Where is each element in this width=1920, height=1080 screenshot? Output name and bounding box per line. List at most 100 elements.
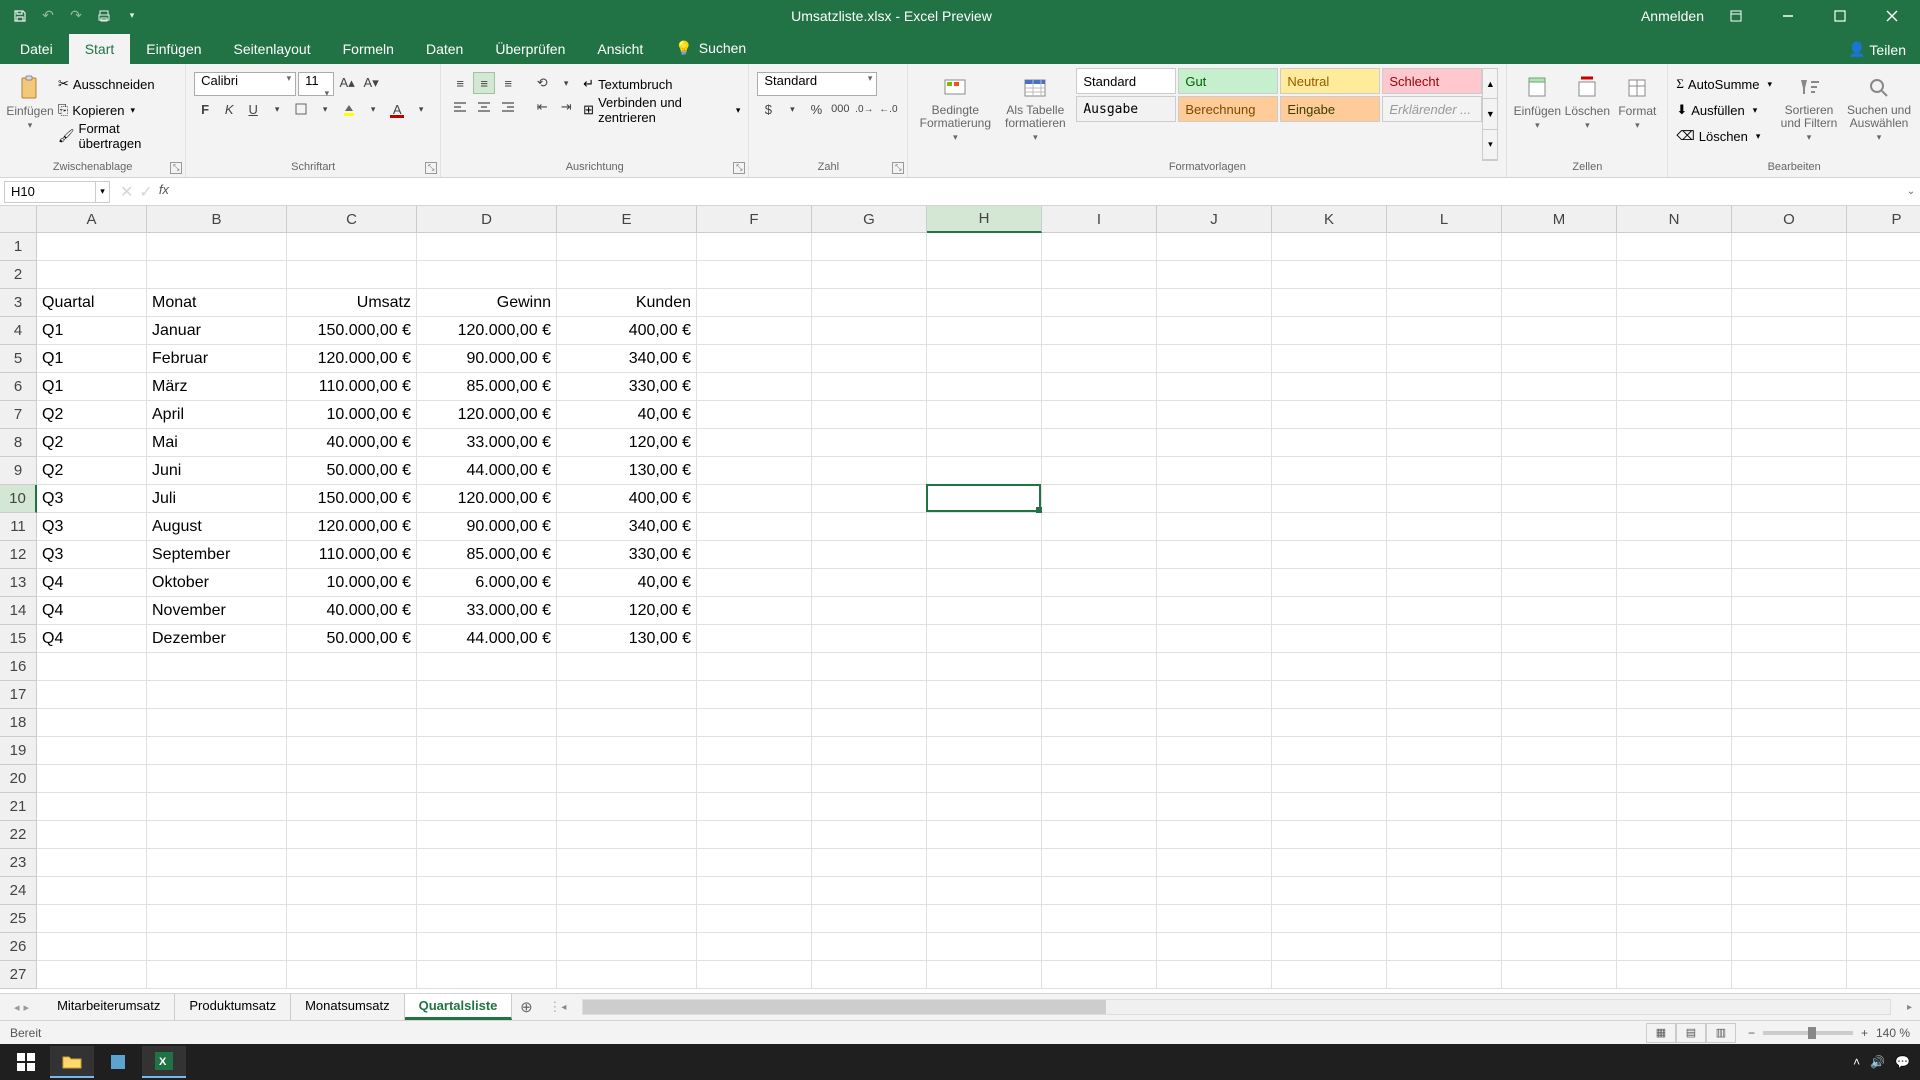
- cell-style-5[interactable]: Berechnung: [1178, 96, 1278, 122]
- font-size-combo[interactable]: 11: [298, 72, 334, 96]
- cell-D23[interactable]: [417, 849, 557, 877]
- row-header-21[interactable]: 21: [0, 793, 37, 821]
- cell-M4[interactable]: [1502, 317, 1617, 345]
- cell-J27[interactable]: [1157, 961, 1272, 989]
- cell-O1[interactable]: [1732, 233, 1847, 261]
- cell-C10[interactable]: 150.000,00 €: [287, 485, 417, 513]
- cell-F23[interactable]: [697, 849, 812, 877]
- cell-G20[interactable]: [812, 765, 927, 793]
- cell-C27[interactable]: [287, 961, 417, 989]
- cell-L12[interactable]: [1387, 541, 1502, 569]
- cell-K9[interactable]: [1272, 457, 1387, 485]
- cell-O10[interactable]: [1732, 485, 1847, 513]
- cell-K20[interactable]: [1272, 765, 1387, 793]
- cell-N13[interactable]: [1617, 569, 1732, 597]
- cell-D5[interactable]: 90.000,00 €: [417, 345, 557, 373]
- cell-M13[interactable]: [1502, 569, 1617, 597]
- cell-D25[interactable]: [417, 905, 557, 933]
- cell-M25[interactable]: [1502, 905, 1617, 933]
- cell-E16[interactable]: [557, 653, 697, 681]
- cell-O23[interactable]: [1732, 849, 1847, 877]
- format-painter-button[interactable]: 🖌Format übertragen: [58, 124, 177, 148]
- cell-H15[interactable]: [927, 625, 1042, 653]
- cell-P18[interactable]: [1847, 709, 1920, 737]
- cell-A7[interactable]: Q2: [37, 401, 147, 429]
- cell-D24[interactable]: [417, 877, 557, 905]
- row-header-18[interactable]: 18: [0, 709, 37, 737]
- cell-G13[interactable]: [812, 569, 927, 597]
- cell-A8[interactable]: Q2: [37, 429, 147, 457]
- cell-J14[interactable]: [1157, 597, 1272, 625]
- cell-D27[interactable]: [417, 961, 557, 989]
- cell-M9[interactable]: [1502, 457, 1617, 485]
- cell-N1[interactable]: [1617, 233, 1732, 261]
- cell-J20[interactable]: [1157, 765, 1272, 793]
- cell-N12[interactable]: [1617, 541, 1732, 569]
- font-color-button[interactable]: A: [386, 98, 408, 120]
- sheet-nav-prev-icon[interactable]: ▸: [24, 1001, 30, 1014]
- cell-D13[interactable]: 6.000,00 €: [417, 569, 557, 597]
- row-header-27[interactable]: 27: [0, 961, 37, 989]
- cell-G14[interactable]: [812, 597, 927, 625]
- cell-P26[interactable]: [1847, 933, 1920, 961]
- cell-J24[interactable]: [1157, 877, 1272, 905]
- cell-B13[interactable]: Oktober: [147, 569, 287, 597]
- cell-F19[interactable]: [697, 737, 812, 765]
- cell-N27[interactable]: [1617, 961, 1732, 989]
- cell-M22[interactable]: [1502, 821, 1617, 849]
- cell-G10[interactable]: [812, 485, 927, 513]
- cell-B3[interactable]: Monat: [147, 289, 287, 317]
- cell-E15[interactable]: 130,00 €: [557, 625, 697, 653]
- cell-O25[interactable]: [1732, 905, 1847, 933]
- cell-J22[interactable]: [1157, 821, 1272, 849]
- wrap-text-button[interactable]: ↵Textumbruch: [583, 72, 740, 96]
- cell-M16[interactable]: [1502, 653, 1617, 681]
- cell-M8[interactable]: [1502, 429, 1617, 457]
- cell-J21[interactable]: [1157, 793, 1272, 821]
- cell-N11[interactable]: [1617, 513, 1732, 541]
- autosum-button[interactable]: ΣAutoSumme▾: [1676, 72, 1772, 96]
- cell-M24[interactable]: [1502, 877, 1617, 905]
- cell-P17[interactable]: [1847, 681, 1920, 709]
- tell-me-search[interactable]: 💡Suchen: [659, 33, 762, 64]
- cell-J6[interactable]: [1157, 373, 1272, 401]
- zoom-level[interactable]: 140 %: [1876, 1026, 1910, 1040]
- ribbon-tab-einfügen[interactable]: Einfügen: [130, 34, 217, 64]
- redo-icon[interactable]: ↷: [66, 6, 86, 26]
- column-header-D[interactable]: D: [417, 206, 557, 233]
- cell-O4[interactable]: [1732, 317, 1847, 345]
- cell-L10[interactable]: [1387, 485, 1502, 513]
- cell-F17[interactable]: [697, 681, 812, 709]
- cell-J8[interactable]: [1157, 429, 1272, 457]
- cell-G11[interactable]: [812, 513, 927, 541]
- currency-icon[interactable]: $: [757, 98, 779, 120]
- cell-I5[interactable]: [1042, 345, 1157, 373]
- cell-H9[interactable]: [927, 457, 1042, 485]
- cell-H2[interactable]: [927, 261, 1042, 289]
- cell-G3[interactable]: [812, 289, 927, 317]
- cell-style-6[interactable]: Eingabe: [1280, 96, 1380, 122]
- cell-N8[interactable]: [1617, 429, 1732, 457]
- cell-H23[interactable]: [927, 849, 1042, 877]
- cell-D3[interactable]: Gewinn: [417, 289, 557, 317]
- cell-A5[interactable]: Q1: [37, 345, 147, 373]
- cell-D8[interactable]: 33.000,00 €: [417, 429, 557, 457]
- cell-P15[interactable]: [1847, 625, 1920, 653]
- cell-I6[interactable]: [1042, 373, 1157, 401]
- cell-M18[interactable]: [1502, 709, 1617, 737]
- cell-C21[interactable]: [287, 793, 417, 821]
- cell-M15[interactable]: [1502, 625, 1617, 653]
- ribbon-options-icon[interactable]: [1716, 2, 1756, 30]
- paste-button[interactable]: Einfügen ▾: [8, 68, 52, 161]
- cell-H22[interactable]: [927, 821, 1042, 849]
- cell-H3[interactable]: [927, 289, 1042, 317]
- cell-L18[interactable]: [1387, 709, 1502, 737]
- cell-B20[interactable]: [147, 765, 287, 793]
- cell-M10[interactable]: [1502, 485, 1617, 513]
- cell-D26[interactable]: [417, 933, 557, 961]
- cell-A3[interactable]: Quartal: [37, 289, 147, 317]
- tray-notifications-icon[interactable]: 💬: [1895, 1055, 1910, 1069]
- cell-H18[interactable]: [927, 709, 1042, 737]
- cell-I14[interactable]: [1042, 597, 1157, 625]
- cell-E11[interactable]: 340,00 €: [557, 513, 697, 541]
